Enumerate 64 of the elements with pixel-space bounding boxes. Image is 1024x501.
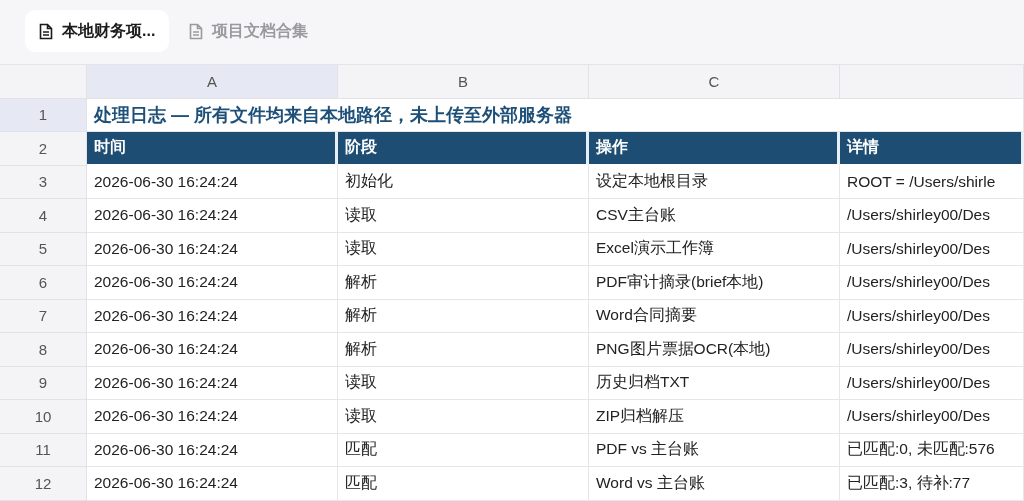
table-cell: 已匹配:3, 待补:77	[840, 467, 1024, 501]
table-cell: /Users/shirley00/Des	[840, 199, 1024, 233]
table-cell: 匹配	[338, 467, 589, 501]
table-cell: Word合同摘要	[589, 299, 840, 333]
row-header[interactable]: 8	[0, 333, 87, 367]
table-cell: PNG图片票据OCR(本地)	[589, 333, 840, 367]
table-cell: CSV主台账	[589, 199, 840, 233]
row-header[interactable]: 3	[0, 165, 87, 199]
table-cell: 匹配	[338, 433, 589, 467]
table-cell: PDF vs 主台账	[589, 433, 840, 467]
table-cell: 2026-06-30 16:24:24	[87, 467, 338, 501]
table-cell: Excel演示工作簿	[589, 232, 840, 266]
select-all-corner[interactable]	[0, 65, 87, 99]
table-cell: 读取	[338, 366, 589, 400]
table-cell: /Users/shirley00/Des	[840, 333, 1024, 367]
column-heading: 时间	[87, 132, 338, 166]
table-cell: /Users/shirley00/Des	[840, 400, 1024, 434]
table-cell: 设定本地根目录	[589, 165, 840, 199]
table-cell: /Users/shirley00/Des	[840, 299, 1024, 333]
table-cell: 2026-06-30 16:24:24	[87, 400, 338, 434]
row-header[interactable]: 7	[0, 299, 87, 333]
table-cell: ZIP归档解压	[589, 400, 840, 434]
column-heading: 操作	[589, 132, 840, 166]
table-cell: 已匹配:0, 未匹配:576	[840, 433, 1024, 467]
table-cell: ROOT = /Users/shirle	[840, 165, 1024, 199]
table-cell: /Users/shirley00/Des	[840, 366, 1024, 400]
column-heading: 详情	[840, 132, 1024, 166]
table-cell: 读取	[338, 400, 589, 434]
row-header[interactable]: 5	[0, 232, 87, 266]
table-cell: 2026-06-30 16:24:24	[87, 366, 338, 400]
file-tab[interactable]: 本地财务项...	[25, 10, 170, 52]
table-cell: 解析	[338, 299, 589, 333]
table-cell: 读取	[338, 232, 589, 266]
row-header[interactable]: 11	[0, 433, 87, 467]
table-cell: /Users/shirley00/Des	[840, 232, 1024, 266]
row-header[interactable]: 9	[0, 366, 87, 400]
document-icon	[189, 22, 204, 40]
row-header[interactable]: 1	[0, 98, 87, 132]
column-header[interactable]: C	[589, 65, 840, 99]
table-cell: 2026-06-30 16:24:24	[87, 266, 338, 300]
table-cell: PDF审计摘录(brief本地)	[589, 266, 840, 300]
table-cell: 读取	[338, 199, 589, 233]
table-cell: 2026-06-30 16:24:24	[87, 199, 338, 233]
table-cell: 2026-06-30 16:24:24	[87, 165, 338, 199]
table-cell: 解析	[338, 266, 589, 300]
column-header[interactable]: A	[87, 65, 338, 99]
row-header[interactable]: 2	[0, 132, 87, 166]
row-header[interactable]: 4	[0, 199, 87, 233]
table-cell: 2026-06-30 16:24:24	[87, 232, 338, 266]
row-header[interactable]: 6	[0, 266, 87, 300]
table-cell: 2026-06-30 16:24:24	[87, 333, 338, 367]
table-cell: 解析	[338, 333, 589, 367]
row-header[interactable]: 10	[0, 400, 87, 434]
table-cell: 初始化	[338, 165, 589, 199]
row-header[interactable]: 12	[0, 467, 87, 501]
table-cell: 2026-06-30 16:24:24	[87, 433, 338, 467]
column-header[interactable]: B	[338, 65, 589, 99]
table-cell: 2026-06-30 16:24:24	[87, 299, 338, 333]
table-cell: Word vs 主台账	[589, 467, 840, 501]
table-cell: /Users/shirley00/Des	[840, 266, 1024, 300]
document-icon	[39, 22, 53, 40]
column-header[interactable]	[840, 65, 1024, 99]
column-heading: 阶段	[338, 132, 589, 166]
table-cell: 历史归档TXT	[589, 366, 840, 400]
